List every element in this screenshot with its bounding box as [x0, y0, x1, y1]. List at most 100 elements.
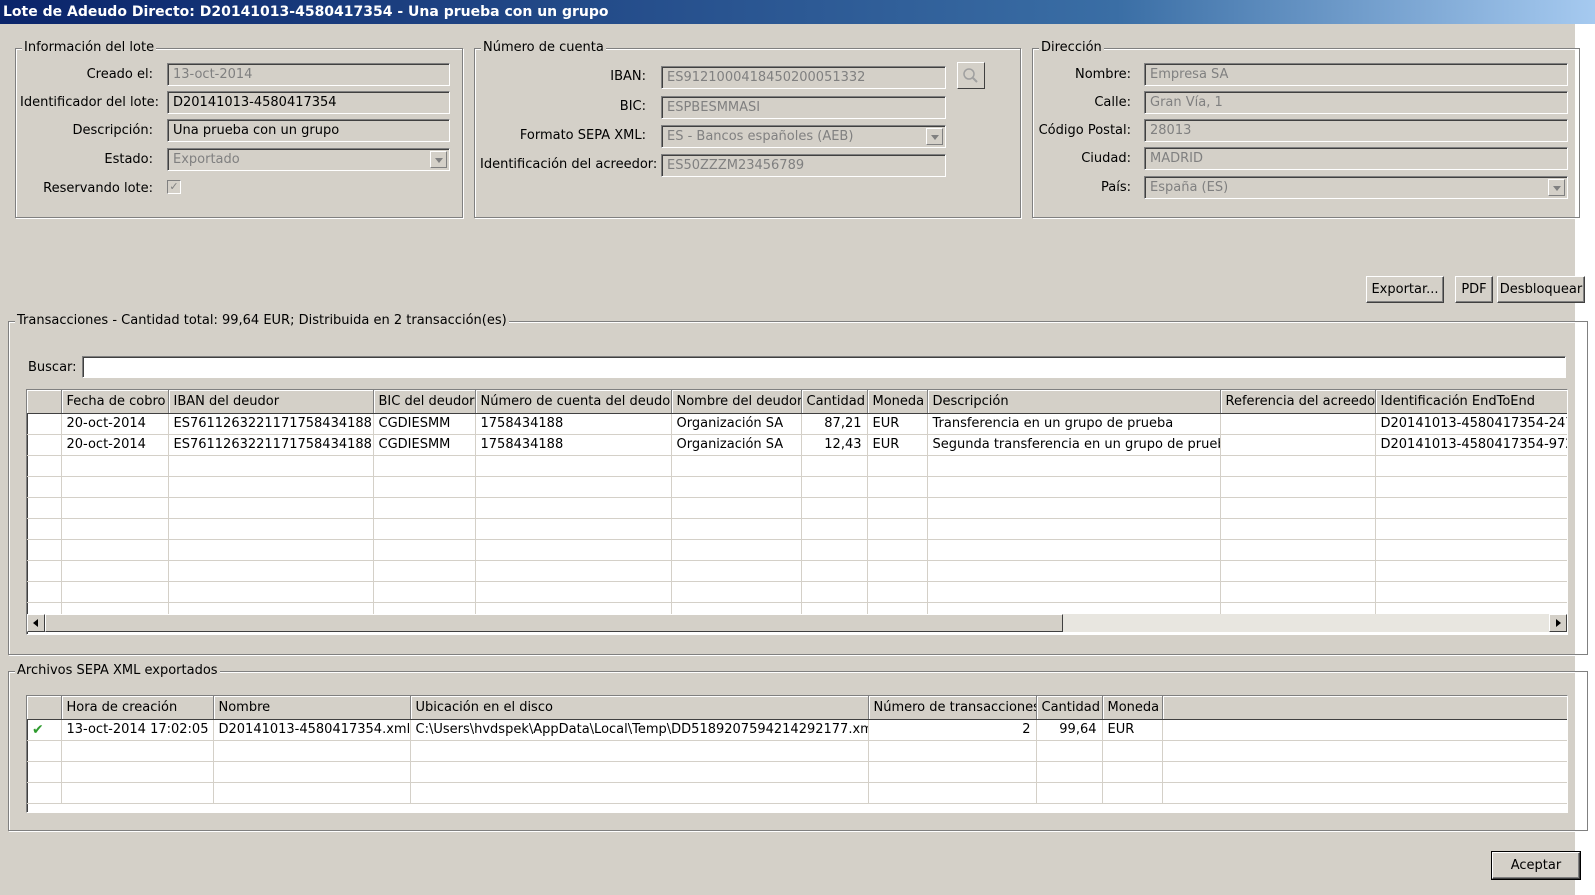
- calle-label: Calle:: [1094, 95, 1131, 110]
- col-header[interactable]: Moneda: [1102, 696, 1163, 720]
- ciudad-field[interactable]: MADRID: [1144, 147, 1568, 170]
- calle-field[interactable]: Gran Vía, 1: [1144, 91, 1568, 114]
- formato-value: ES - Bancos españoles (AEB): [667, 129, 854, 144]
- pais-select[interactable]: España (ES): [1144, 176, 1568, 199]
- bic-field[interactable]: ESPBESMMASI: [661, 96, 946, 119]
- col-header[interactable]: Hora de creación: [61, 696, 214, 720]
- estado-value: Exportado: [173, 152, 240, 167]
- iban-search-button[interactable]: [957, 62, 985, 89]
- archivos-legend: Archivos SEPA XML exportados: [15, 663, 220, 679]
- cell: D20141013-4580417354-972: [1375, 434, 1567, 456]
- col-header[interactable]: Descripción: [927, 390, 1221, 414]
- estado-label: Estado:: [104, 152, 153, 167]
- cell: 2: [868, 719, 1037, 741]
- cell: EUR: [1102, 719, 1163, 741]
- cp-field[interactable]: 28013: [1144, 119, 1568, 142]
- iban-field[interactable]: ES9121000418450200051332: [661, 66, 946, 89]
- col-header[interactable]: Cantidad: [1036, 696, 1103, 720]
- cp-label: Código Postal:: [1038, 123, 1131, 138]
- cell: [27, 434, 62, 456]
- archivos-header-row: Hora de creación Nombre Ubicación en el …: [27, 696, 1567, 720]
- scrollbar-thumb[interactable]: [45, 614, 1063, 632]
- col-header[interactable]: [27, 696, 62, 720]
- exportar-button[interactable]: Exportar...: [1366, 276, 1444, 303]
- empty-row: [27, 560, 1567, 582]
- col-header[interactable]: Cantidad: [801, 390, 868, 414]
- empty-row: [27, 782, 1567, 804]
- cell: EUR: [867, 434, 928, 456]
- cell: D20141013-4580417354.xml: [213, 719, 411, 741]
- iban-label: IBAN:: [610, 69, 646, 84]
- cell: 1758434188: [475, 413, 672, 435]
- col-header[interactable]: IBAN del deudor: [168, 390, 374, 414]
- cell: 20-oct-2014: [61, 413, 169, 435]
- cell: [1220, 434, 1376, 456]
- formato-label: Formato SEPA XML:: [519, 128, 646, 143]
- reservando-checkbox[interactable]: ✓: [167, 180, 181, 194]
- cell: Segunda transferencia en un grupo de pru…: [927, 434, 1221, 456]
- cell: [1220, 413, 1376, 435]
- col-header[interactable]: Identificación EndToEnd: [1375, 390, 1567, 414]
- chevron-down-icon[interactable]: [430, 151, 447, 168]
- chevron-down-icon[interactable]: [1548, 179, 1565, 196]
- creado-field[interactable]: 13-oct-2014: [167, 63, 450, 86]
- horizontal-scrollbar[interactable]: [27, 614, 1567, 632]
- cell: C:\Users\hvdspek\AppData\Local\Temp\DD51…: [410, 719, 869, 741]
- cell: 99,64: [1036, 719, 1103, 741]
- transacciones-legend: Transacciones - Cantidad total: 99,64 EU…: [15, 313, 509, 329]
- scroll-right-icon[interactable]: [1549, 614, 1567, 632]
- search-input[interactable]: [82, 356, 1566, 378]
- col-header-filler: [1162, 696, 1567, 720]
- empty-row: [27, 476, 1567, 498]
- cell: Transferencia en un grupo de prueba: [927, 413, 1221, 435]
- cell: 13-oct-2014 17:02:05: [61, 719, 214, 741]
- cell: 20-oct-2014: [61, 434, 169, 456]
- empty-row: [27, 455, 1567, 477]
- transacciones-table[interactable]: Fecha de cobro IBAN del deudor BIC del d…: [26, 389, 1568, 635]
- col-header[interactable]: Nombre: [213, 696, 411, 720]
- cell: [1162, 719, 1567, 741]
- table-row[interactable]: 20-oct-2014 ES7611263221171758434188 CGD…: [27, 434, 1567, 456]
- acreedor-field[interactable]: ES50ZZZM23456789: [661, 154, 946, 177]
- cell: ES7611263221171758434188: [168, 434, 374, 456]
- col-header[interactable]: Moneda: [867, 390, 928, 414]
- cell: Organización SA: [671, 434, 802, 456]
- estado-select[interactable]: Exportado: [167, 148, 450, 171]
- cuenta-legend: Número de cuenta: [481, 40, 606, 56]
- table-row[interactable]: 20-oct-2014 ES7611263221171758434188 CGD…: [27, 413, 1567, 435]
- nombre-field[interactable]: Empresa SA: [1144, 63, 1568, 86]
- scroll-left-icon[interactable]: [27, 614, 45, 632]
- aceptar-button[interactable]: Aceptar: [1491, 851, 1581, 880]
- pais-value: España (ES): [1150, 180, 1229, 195]
- cell: CGDIESMM: [373, 413, 476, 435]
- check-icon: ✔: [27, 719, 62, 741]
- col-header[interactable]: Nombre del deudor: [671, 390, 802, 414]
- bic-label: BIC:: [619, 99, 646, 114]
- buscar-label: Buscar:: [28, 360, 77, 375]
- col-header[interactable]: Referencia del acreedor: [1220, 390, 1376, 414]
- col-header[interactable]: BIC del deudor: [373, 390, 476, 414]
- desbloquear-button[interactable]: Desbloquear: [1497, 276, 1585, 303]
- transacciones-header-row: Fecha de cobro IBAN del deudor BIC del d…: [27, 390, 1567, 414]
- cell: CGDIESMM: [373, 434, 476, 456]
- cell: [27, 413, 62, 435]
- table-row[interactable]: ✔ 13-oct-2014 17:02:05 D20141013-4580417…: [27, 719, 1567, 741]
- col-header[interactable]: Ubicación en el disco: [410, 696, 869, 720]
- chevron-down-icon[interactable]: [926, 128, 943, 145]
- col-header[interactable]: Número de transacciones: [868, 696, 1037, 720]
- direccion-legend: Dirección: [1039, 40, 1104, 56]
- formato-select[interactable]: ES - Bancos españoles (AEB): [661, 125, 946, 148]
- empty-row: [27, 518, 1567, 540]
- ciudad-label: Ciudad:: [1081, 151, 1131, 166]
- col-header[interactable]: Fecha de cobro: [61, 390, 169, 414]
- desc-field[interactable]: Una prueba con un grupo: [167, 119, 450, 142]
- col-header[interactable]: Número de cuenta del deudor: [475, 390, 672, 414]
- archivos-table[interactable]: Hora de creación Nombre Ubicación en el …: [26, 695, 1568, 813]
- col-header[interactable]: [27, 390, 62, 414]
- lote-legend: Información del lote: [22, 40, 157, 56]
- nombre-label: Nombre:: [1074, 67, 1131, 82]
- empty-row: [27, 761, 1567, 783]
- pdf-button[interactable]: PDF: [1455, 276, 1493, 303]
- pais-label: País:: [1101, 180, 1131, 195]
- id-field[interactable]: D20141013-4580417354: [167, 91, 450, 114]
